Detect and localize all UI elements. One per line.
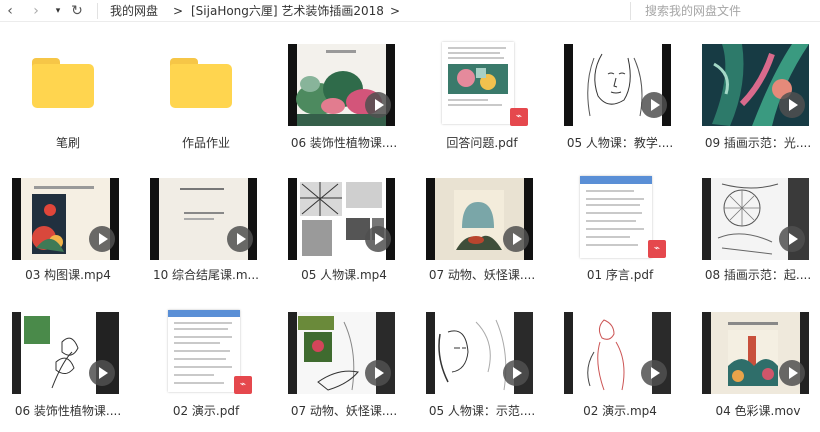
file-item[interactable]: ⌁ 回答问题.pdf (414, 40, 550, 172)
video-thumbnail (12, 178, 119, 260)
file-name: 07 动物、妖怪课.... (428, 268, 536, 282)
video-thumbnail (702, 178, 809, 260)
file-name: 回答问题.pdf (446, 136, 518, 150)
video-thumbnail (288, 312, 395, 394)
file-item[interactable]: 10 综合结尾课.m... (138, 174, 274, 306)
breadcrumb-separator: > (173, 4, 184, 18)
video-thumbnail (288, 44, 395, 126)
top-navigation-bar: ‹ › ▾ ↻ 我的网盘 > [SijaHong六厘] 艺术装饰插画2018 > (0, 0, 820, 22)
file-item[interactable]: 05 人物课.mp4 (276, 174, 412, 306)
refresh-icon[interactable]: ↻ (69, 0, 85, 22)
play-icon (779, 92, 805, 118)
file-name: 08 插画示范：起.... (704, 268, 812, 282)
play-icon (89, 360, 115, 386)
file-name: 09 插画示范：光.... (704, 136, 812, 150)
file-item[interactable]: 笔刷 (0, 40, 136, 172)
file-item[interactable]: 05 人物课：示范.... (414, 308, 550, 432)
file-item[interactable]: 06 装饰性植物课.... (276, 40, 412, 172)
file-name: 笔刷 (55, 136, 80, 150)
video-thumbnail (426, 312, 533, 394)
file-name: 作品作业 (181, 136, 230, 150)
play-icon (365, 360, 391, 386)
file-name: 06 装饰性植物课.... (290, 136, 398, 150)
file-item[interactable]: ⌁ 02 演示.pdf (138, 308, 274, 432)
video-thumbnail (426, 178, 533, 260)
play-icon (641, 360, 667, 386)
file-item[interactable]: 08 插画示范：起.... (690, 174, 820, 306)
file-item[interactable]: 07 动物、妖怪课.... (414, 174, 550, 306)
video-thumbnail (564, 44, 671, 126)
search-input[interactable] (630, 2, 820, 20)
file-item[interactable]: 05 人物课：教学.... (552, 40, 688, 172)
video-thumbnail (288, 178, 395, 260)
file-name: 03 构图课.mp4 (25, 268, 111, 282)
file-item[interactable]: 07 动物、妖怪课.... (276, 308, 412, 432)
pdf-page-thumbnail (168, 310, 240, 392)
file-name: 10 综合结尾课.m... (152, 268, 260, 282)
file-name: 02 演示.pdf (172, 404, 240, 418)
video-thumbnail (564, 312, 671, 394)
folder-icon (32, 58, 94, 108)
file-name: 06 装饰性植物课.... (14, 404, 122, 418)
file-item[interactable]: 04 色彩课.mov (690, 308, 820, 432)
pdf-icon: ⌁ (234, 376, 252, 394)
file-item[interactable]: ⌁ 01 序言.pdf (552, 174, 688, 306)
breadcrumb-separator[interactable]: > (390, 0, 400, 22)
file-item[interactable]: 06 装饰性植物课.... (0, 308, 136, 432)
file-name: 01 序言.pdf (586, 268, 654, 282)
history-dropdown-icon[interactable]: ▾ (53, 0, 63, 22)
file-name: 04 色彩课.mov (715, 404, 801, 418)
play-icon (89, 226, 115, 252)
video-thumbnail (12, 312, 119, 394)
breadcrumb-current-folder[interactable]: [SijaHong六厘] 艺术装饰插画2018 (191, 0, 384, 22)
video-thumbnail (702, 312, 809, 394)
divider (97, 3, 98, 19)
folder-icon (170, 58, 232, 108)
forward-arrow-icon[interactable]: › (28, 0, 44, 22)
breadcrumb-home[interactable]: 我的网盘 (110, 0, 158, 22)
play-icon (779, 360, 805, 386)
play-icon (779, 226, 805, 252)
play-icon (365, 92, 391, 118)
play-icon (503, 226, 529, 252)
file-name: 05 人物课.mp4 (301, 268, 387, 282)
video-thumbnail (150, 178, 257, 260)
back-arrow-icon[interactable]: ‹ (2, 0, 18, 22)
file-item[interactable]: 03 构图课.mp4 (0, 174, 136, 306)
play-icon (641, 92, 667, 118)
file-name: 02 演示.mp4 (583, 404, 657, 418)
pdf-page-thumbnail (580, 176, 652, 258)
play-icon (503, 360, 529, 386)
pdf-icon: ⌁ (648, 240, 666, 258)
play-icon (365, 226, 391, 252)
pdf-page-thumbnail (442, 42, 514, 124)
file-name: 05 人物课：教学.... (566, 136, 674, 150)
video-thumbnail (702, 44, 809, 126)
pdf-icon: ⌁ (510, 108, 528, 126)
file-name: 07 动物、妖怪课.... (290, 404, 398, 418)
file-name: 05 人物课：示范.... (428, 404, 536, 418)
play-icon (227, 226, 253, 252)
file-item[interactable]: 作品作业 (138, 40, 274, 172)
file-item[interactable]: 02 演示.mp4 (552, 308, 688, 432)
file-item[interactable]: 09 插画示范：光.... (690, 40, 820, 172)
